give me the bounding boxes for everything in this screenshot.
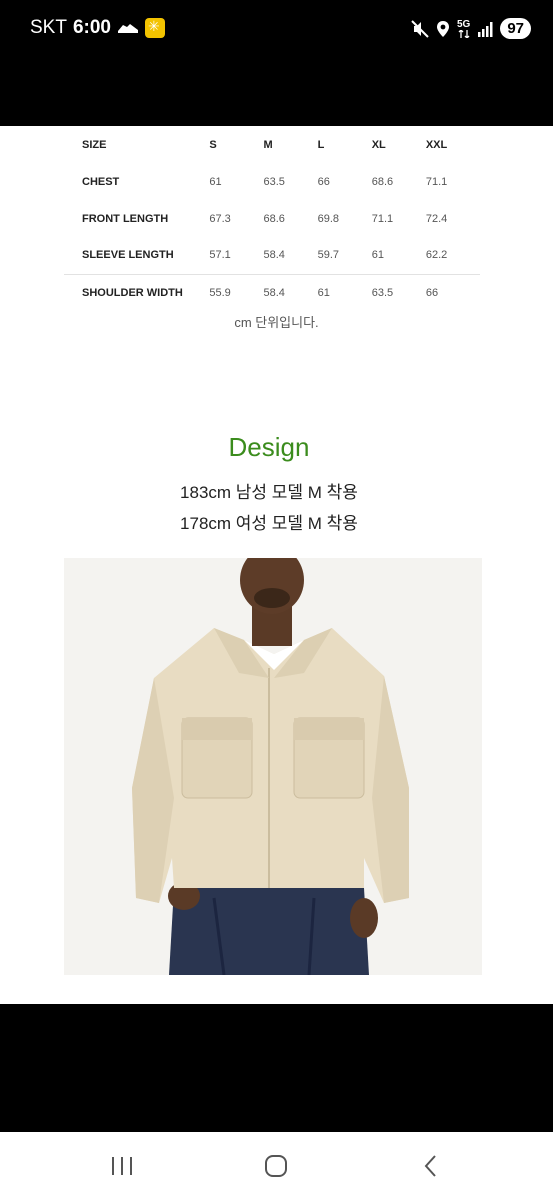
size-cell: 58.4	[263, 273, 318, 311]
size-cell: 61	[209, 175, 222, 188]
size-cell: 55.9	[209, 273, 264, 311]
size-cell: 67.3	[209, 212, 231, 225]
size-row-label: CHEST	[82, 175, 120, 188]
size-cell: 61	[371, 249, 384, 262]
top-black-area	[0, 60, 553, 126]
battery-indicator: 97	[500, 18, 531, 39]
product-detail-content[interactable]: SIZE S M L XL XXL CHEST 61 63.5 66 68.6 …	[0, 126, 553, 1004]
bottom-black-area	[0, 1004, 553, 1132]
size-cell: 61	[317, 273, 372, 311]
size-cell: 58.4	[263, 249, 285, 262]
table-row: CHEST 61 63.5 66 68.6 71.1	[64, 163, 480, 200]
mute-icon	[411, 19, 429, 38]
size-cell: XXL	[425, 138, 448, 151]
clock: 6:00	[72, 17, 111, 38]
size-chart-table: SIZE S M L XL XXL CHEST 61 63.5 66 68.6 …	[64, 126, 480, 311]
design-heading: Design	[228, 432, 310, 462]
size-row-label: SIZE	[82, 138, 107, 151]
size-cell: XL	[371, 138, 386, 151]
size-cell: 66	[425, 273, 480, 311]
system-nav-bar	[0, 1132, 553, 1200]
back-button[interactable]	[411, 1152, 451, 1180]
signal-icon	[478, 21, 493, 37]
network-type-label: 5G	[456, 18, 471, 30]
size-row-label: SLEEVE LENGTH	[82, 249, 174, 262]
recent-apps-icon	[112, 1157, 132, 1175]
size-cell: S	[209, 138, 217, 151]
size-cell: 62.2	[425, 249, 448, 262]
table-row: FRONT LENGTH 67.3 68.6 69.8 71.1 72.4	[64, 200, 480, 237]
status-bar: SKT 6:00 5G 97	[0, 0, 553, 60]
table-row: SHOULDER WIDTH 55.9 58.4 61 63.5 66	[64, 273, 480, 311]
model-wearing-jacket-image	[64, 558, 482, 975]
size-row-label: SHOULDER WIDTH	[64, 273, 210, 311]
size-cell: 59.7	[317, 249, 340, 262]
home-button[interactable]	[256, 1152, 296, 1180]
size-cell: M	[263, 138, 273, 151]
size-cell: 63.5	[263, 175, 285, 188]
recent-apps-button[interactable]	[102, 1152, 142, 1180]
product-photo[interactable]	[64, 558, 482, 975]
model-info-male: 183cm 남성 모델 M 착용	[180, 483, 358, 502]
size-cell: 71.1	[371, 212, 394, 225]
unit-note: cm 단위입니다.	[234, 315, 319, 330]
size-cell: 68.6	[371, 175, 394, 188]
data-arrows-icon	[458, 29, 470, 38]
shoe-icon	[117, 24, 138, 33]
size-cell: 66	[317, 175, 330, 188]
size-cell: 57.1	[209, 249, 231, 262]
size-cell: 68.6	[263, 212, 285, 225]
size-cell: 71.1	[425, 175, 448, 188]
size-cell: 72.4	[425, 212, 448, 225]
size-table-header-row: SIZE S M L XL XXL	[64, 126, 480, 163]
size-cell: 69.8	[317, 212, 340, 225]
location-icon	[436, 20, 449, 37]
size-cell: 63.5	[371, 273, 426, 311]
notification-app-icon	[144, 18, 165, 38]
back-icon	[424, 1155, 436, 1177]
size-row-label: FRONT LENGTH	[82, 212, 169, 225]
table-row: SLEEVE LENGTH 57.1 58.4 59.7 61 62.2	[64, 237, 480, 274]
carrier-label: SKT	[30, 17, 67, 38]
model-info-female: 178cm 여성 모델 M 착용	[180, 514, 358, 533]
size-cell: L	[317, 138, 325, 151]
home-icon	[265, 1155, 287, 1177]
